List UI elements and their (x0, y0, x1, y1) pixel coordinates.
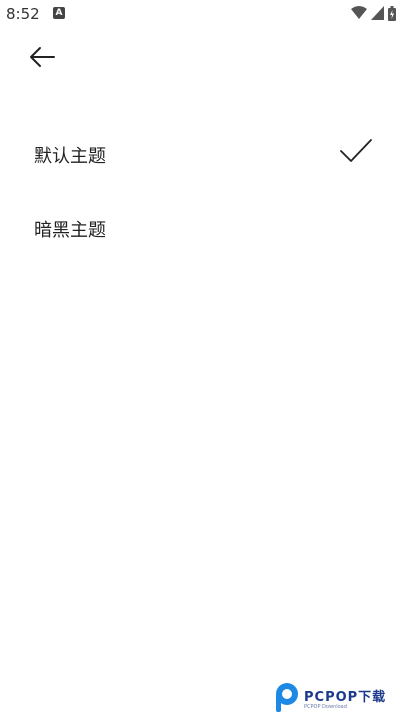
check-icon (340, 138, 372, 168)
status-icons (351, 5, 396, 21)
wifi-icon (351, 6, 367, 20)
battery-icon (388, 5, 396, 21)
watermark: PCPOP下载 PCPOP Download (272, 680, 404, 720)
status-bar: 8:52 A (0, 0, 404, 28)
arrow-left-icon (28, 46, 56, 72)
theme-item-dark[interactable]: 暗黑主题 (0, 198, 404, 258)
notification-icon: A (53, 7, 65, 19)
theme-label: 暗黑主题 (34, 220, 106, 241)
watermark-subtext: PCPOP Download (304, 704, 347, 710)
signal-icon (371, 6, 384, 20)
back-button[interactable] (22, 42, 62, 76)
pcpop-logo-icon (274, 682, 300, 714)
status-time: 8:52 (6, 5, 40, 23)
theme-item-default[interactable]: 默认主题 (0, 124, 404, 184)
watermark-text: PCPOP下载 (304, 690, 387, 705)
theme-label: 默认主题 (34, 146, 106, 167)
